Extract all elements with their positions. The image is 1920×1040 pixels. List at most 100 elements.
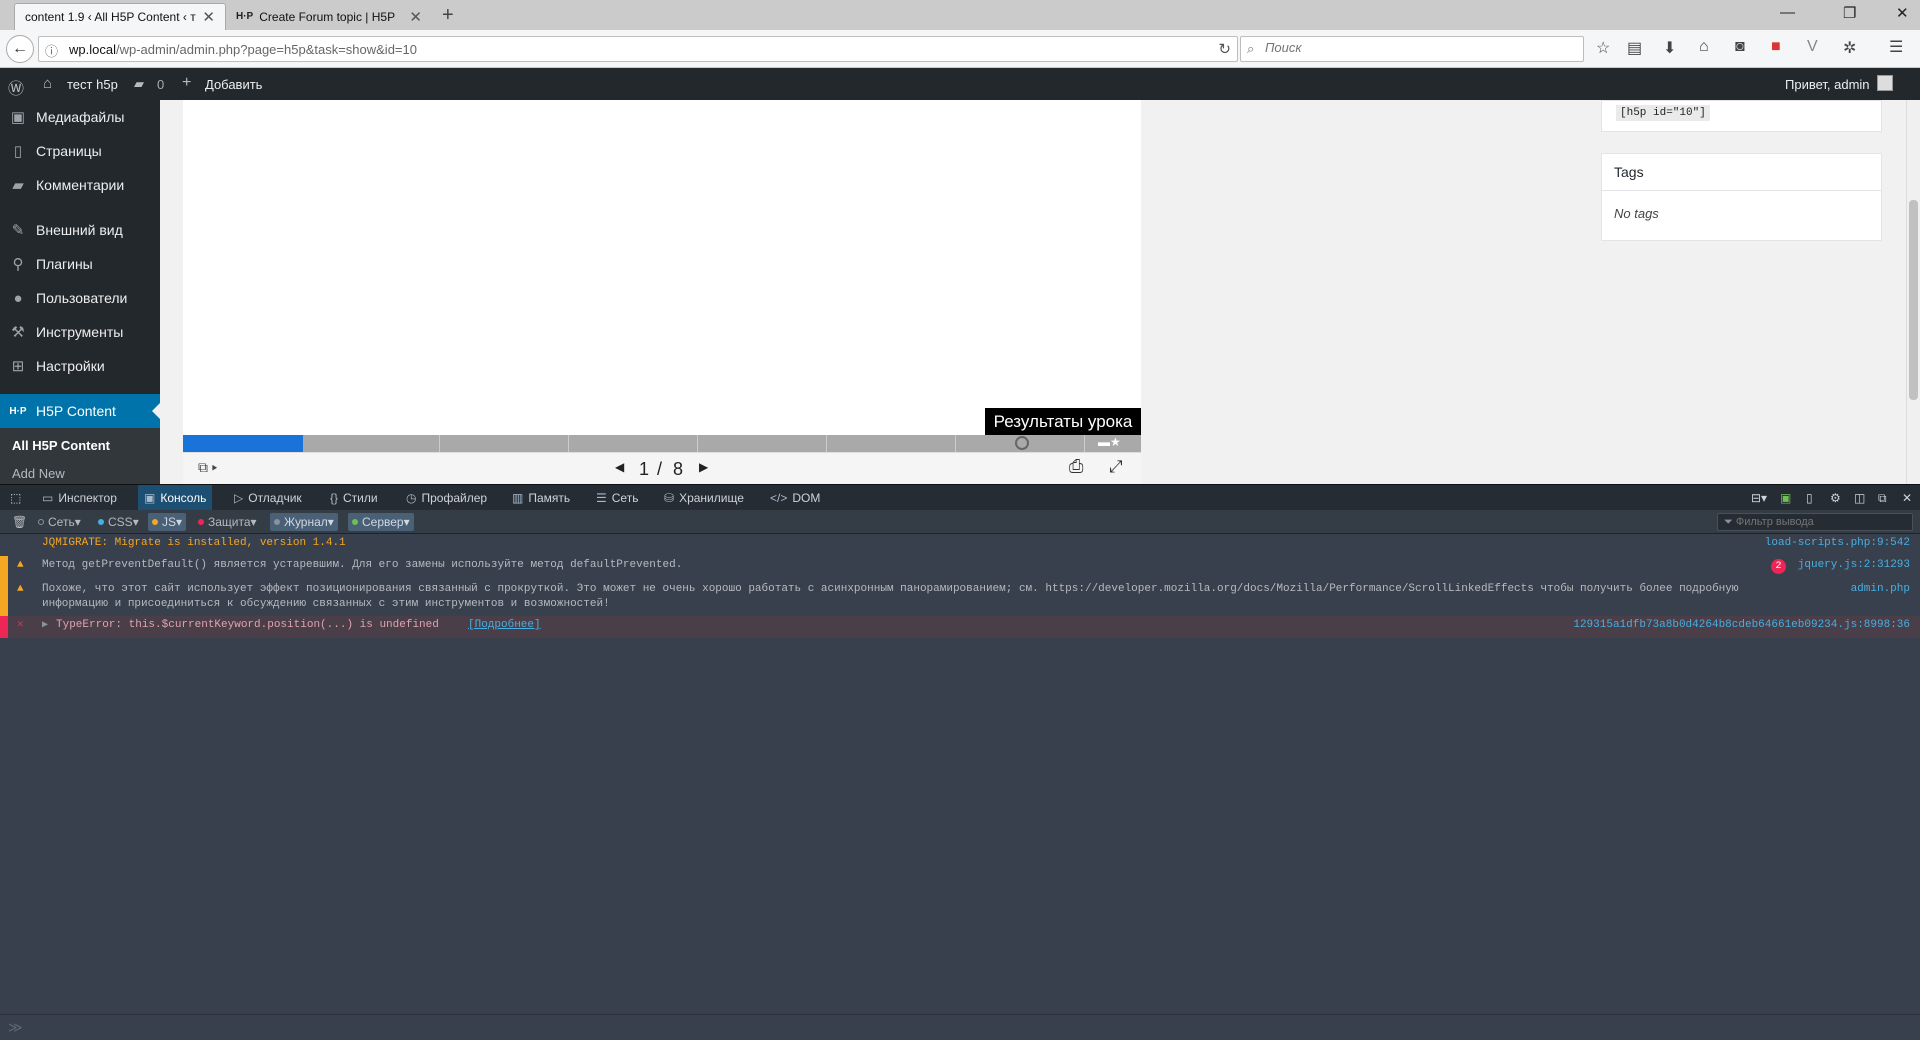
tab-profiler[interactable]: ◷ Профайлер: [400, 485, 493, 511]
print-icon[interactable]: ⎙: [1069, 456, 1083, 477]
filter-css[interactable]: CSS ▾: [94, 513, 143, 531]
devtools-settings-icon[interactable]: ⚙: [1824, 485, 1847, 511]
sidebar-item-comments[interactable]: ▰ Комментарии: [0, 168, 160, 202]
scrollbar-thumb[interactable]: [1909, 200, 1918, 400]
filter-js[interactable]: JS ▾: [148, 513, 187, 531]
message-source[interactable]: load-scripts.php:9:542: [1765, 536, 1910, 551]
browser-tab-active[interactable]: content 1.9 ‹ All H5P Content ‹ т ✕: [14, 3, 226, 30]
search-input[interactable]: [1265, 40, 1565, 55]
submenu-all-h5p-content[interactable]: All H5P Content: [0, 438, 160, 453]
console-split-icon[interactable]: ▣: [1774, 485, 1797, 511]
console-message[interactable]: ▲ Метод getPreventDefault() является уст…: [0, 556, 1920, 580]
message-source[interactable]: 129315a1dfb73a8b0d4264b8cdeb64661eb09234…: [1573, 618, 1910, 633]
expand-arrow-icon[interactable]: ▶: [42, 618, 48, 633]
close-devtools-icon[interactable]: ✕: [1896, 485, 1918, 511]
fullscreen-icon[interactable]: ⤢: [1109, 457, 1123, 477]
comments-icon[interactable]: ▰: [134, 76, 144, 92]
filter-funnel-icon: ⏷: [1724, 516, 1733, 528]
message-source[interactable]: jquery.js:2:31293: [1798, 558, 1910, 573]
bookmark-star-icon[interactable]: ☆: [1596, 38, 1610, 58]
tab-network[interactable]: ☰ Сеть: [590, 485, 644, 511]
add-new-link[interactable]: Добавить: [205, 77, 262, 92]
separate-window-icon[interactable]: ⧉: [1872, 485, 1893, 511]
close-tab-icon[interactable]: ✕: [403, 8, 422, 26]
filter-logging[interactable]: Журнал ▾: [270, 513, 338, 531]
comments-count: 0: [157, 77, 165, 92]
greeting-link[interactable]: Привет, admin: [1785, 77, 1870, 92]
wordpress-logo-icon[interactable]: Ⓦ: [8, 75, 24, 99]
tab-console[interactable]: ▣ Консоль: [138, 485, 213, 511]
sidebar-item-plugins[interactable]: ⚲ Плагины: [0, 247, 160, 281]
reload-icon[interactable]: ↻: [1218, 40, 1231, 58]
sidebar-item-settings[interactable]: ⊞ Настройки: [0, 349, 160, 383]
new-tab-icon[interactable]: +: [442, 4, 454, 27]
page-scrollbar[interactable]: [1906, 100, 1920, 484]
search-icon: ⌕: [1247, 41, 1255, 56]
page-total: 8: [673, 459, 684, 479]
styles-icon: {}: [330, 491, 339, 505]
pocket-icon[interactable]: ◙: [1735, 38, 1745, 56]
window-close-icon[interactable]: ✕: [1896, 4, 1909, 22]
filter-server[interactable]: Сервер ▾: [348, 513, 414, 531]
output-filter-field[interactable]: ⏷: [1717, 513, 1913, 531]
sidebar-item-media[interactable]: ▣ Медиафайлы: [0, 100, 160, 134]
console-message[interactable]: JQMIGRATE: Migrate is installed, version…: [0, 534, 1920, 556]
console-icon: ▣: [144, 491, 156, 505]
sidebar-item-h5p-content[interactable]: H·P H5P Content: [0, 394, 160, 428]
progress-separator: [439, 435, 440, 452]
home-icon[interactable]: ⌂: [1699, 38, 1709, 56]
console-message-error[interactable]: ✕ ▶ TypeError: this.$currentKeyword.posi…: [0, 616, 1920, 638]
submenu-add-new[interactable]: Add New: [0, 466, 160, 481]
extension-gear-icon[interactable]: ✲: [1843, 38, 1856, 58]
maximize-icon[interactable]: ❐: [1843, 4, 1856, 22]
menu-hamburger-icon[interactable]: ☰: [1889, 37, 1903, 57]
output-filter-input[interactable]: [1735, 516, 1906, 528]
download-icon[interactable]: ⬇: [1663, 38, 1676, 58]
back-arrow-icon[interactable]: ←: [6, 35, 34, 63]
filter-network[interactable]: Сеть ▾: [34, 513, 85, 531]
search-box[interactable]: ⌕: [1240, 36, 1584, 62]
site-name-link[interactable]: тест h5p: [67, 77, 118, 92]
previous-slide-icon[interactable]: ◀: [615, 460, 624, 474]
pick-element-icon[interactable]: ⬚: [4, 485, 27, 511]
tab-storage[interactable]: ⛁ Хранилище: [658, 485, 750, 511]
message-source[interactable]: admin.php: [1851, 582, 1910, 597]
console-input[interactable]: ≫: [0, 1014, 1920, 1040]
responsive-mode-icon[interactable]: ⊟▾: [1745, 485, 1773, 511]
tab-styles[interactable]: {} Стили: [324, 485, 384, 511]
severity-marker: [0, 616, 8, 638]
sidebar-item-pages[interactable]: ▯ Страницы: [0, 134, 160, 168]
sidebar-item-tools[interactable]: ⚒ Инструменты: [0, 315, 160, 349]
console-message[interactable]: ▲ Похоже, что этот сайт использует эффек…: [0, 580, 1920, 616]
sidebar-item-users[interactable]: ● Пользователи: [0, 281, 160, 315]
h5p-progress-bar[interactable]: ▬★: [183, 435, 1141, 452]
url-bar[interactable]: ⓘ wp.local/wp-admin/admin.php?page=h5p&t…: [38, 36, 1238, 62]
filter-security[interactable]: Защита ▾: [194, 513, 261, 531]
progress-separator: [955, 435, 956, 452]
extension-v-icon[interactable]: V: [1807, 38, 1818, 56]
dock-side-icon[interactable]: ◫: [1848, 485, 1871, 511]
browser-tab[interactable]: H·P Create Forum topic | H5P ✕: [226, 3, 432, 30]
minimize-icon[interactable]: —: [1780, 4, 1795, 21]
dock-bottom-icon[interactable]: ▯: [1800, 485, 1819, 511]
info-icon[interactable]: ⓘ: [45, 41, 58, 60]
slide-list-icon[interactable]: ⧉ ▸: [198, 459, 217, 476]
tab-debugger[interactable]: ▷ Отладчик: [228, 485, 308, 511]
prompt-chevron-icon: ≫: [8, 1019, 23, 1035]
shortcode-text: [h5p id="10"]: [1616, 105, 1710, 121]
tab-dom[interactable]: </> DOM: [764, 485, 826, 511]
bookmarks-list-icon[interactable]: ▤: [1627, 38, 1642, 58]
tab-inspector[interactable]: ▭ Инспектор: [36, 485, 123, 511]
extension-red-icon[interactable]: ■: [1771, 38, 1781, 56]
h5p-submenu: All H5P Content Add New: [0, 428, 160, 484]
sidebar-item-appearance[interactable]: ✎ Внешний вид: [0, 213, 160, 247]
clear-console-icon[interactable]: 🗑: [8, 513, 31, 531]
next-slide-icon[interactable]: ▶: [699, 460, 708, 474]
tools-icon: ⚒: [11, 324, 25, 341]
tab-memory[interactable]: ▥ Память: [506, 485, 576, 511]
avatar[interactable]: [1877, 75, 1893, 91]
close-tab-icon[interactable]: ✕: [196, 8, 215, 26]
dom-icon: </>: [770, 491, 788, 505]
results-button[interactable]: Результаты урока: [985, 408, 1141, 435]
learn-more-link[interactable]: [Подробнее]: [468, 618, 541, 633]
